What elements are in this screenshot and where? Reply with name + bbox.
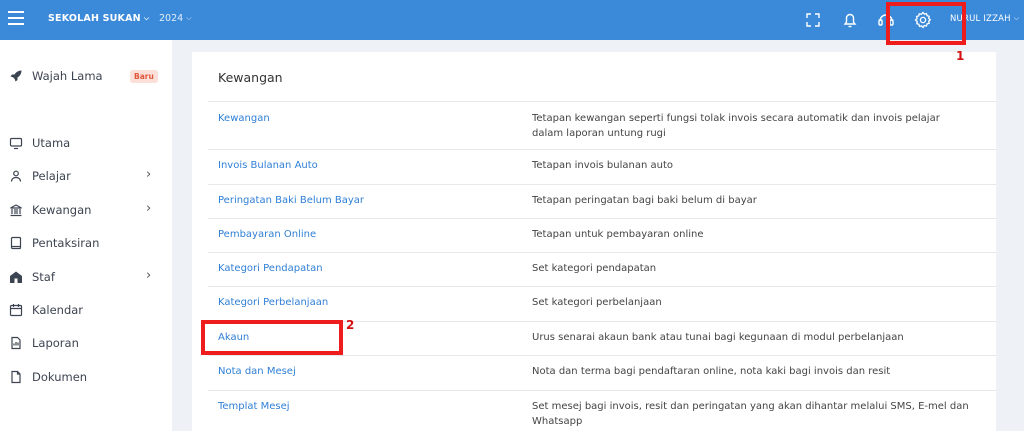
- chevron-down-icon: ⌵: [1013, 14, 1020, 22]
- setting-link[interactable]: Peringatan Baki Belum Bayar: [218, 195, 364, 206]
- sidebar-item-label: Kewangan: [32, 203, 92, 217]
- setting-description: Tetapan kewangan seperti fungsi tolak in…: [532, 113, 940, 139]
- setting-link[interactable]: Nota dan Mesej: [218, 366, 296, 377]
- sidebar-item-staf[interactable]: Staf ›: [0, 267, 172, 287]
- sidebar-item-kalendar[interactable]: Kalendar: [0, 300, 172, 320]
- bell-icon[interactable]: [840, 10, 860, 30]
- bank-icon: [10, 204, 22, 217]
- rocket-icon: [10, 70, 22, 82]
- setting-description: Set mesej bagi invois, resit dan peringa…: [532, 401, 969, 427]
- school-selector[interactable]: SEKOLAH SUKAN ⌵: [48, 13, 149, 24]
- table-row: Pembayaran Online Tetapan untuk pembayar…: [208, 218, 996, 252]
- settings-card: Kewangan Kewangan Tetapan kewangan seper…: [192, 52, 996, 431]
- chevron-down-icon: ⌵: [143, 14, 150, 22]
- sidebar: Wajah Lama Baru Utama Pelajar › Kewangan…: [0, 40, 172, 431]
- building-icon: [10, 271, 22, 283]
- table-row: Peringatan Baki Belum Bayar Tetapan peri…: [208, 184, 996, 218]
- school-name: SEKOLAH SUKAN: [48, 13, 141, 24]
- setting-link[interactable]: Kategori Pendapatan: [218, 263, 323, 274]
- sidebar-item-dokumen[interactable]: Dokumen: [0, 367, 172, 387]
- setting-description: Tetapan peringatan bagi baki belum di ba…: [532, 195, 757, 206]
- section-title: Kewangan: [218, 70, 283, 85]
- book-icon: [10, 236, 22, 250]
- highlight-box-settings: [886, 2, 966, 45]
- table-row: Templat Mesej Set mesej bagi invois, res…: [208, 390, 996, 431]
- fullscreen-icon[interactable]: [803, 10, 823, 30]
- setting-description: Urus senarai akaun bank atau tunai bagi …: [532, 332, 904, 343]
- chevron-right-icon: ›: [146, 167, 152, 182]
- new-badge: Baru: [130, 70, 158, 83]
- year-label: 2024: [159, 13, 184, 24]
- setting-link[interactable]: Pembayaran Online: [218, 229, 316, 240]
- table-row: Kewangan Tetapan kewangan seperti fungsi…: [208, 101, 996, 149]
- document-icon: [11, 370, 21, 384]
- table-row: Kategori Pendapatan Set kategori pendapa…: [208, 252, 996, 286]
- highlight-box-akaun: [201, 320, 343, 355]
- user-icon: [10, 170, 22, 182]
- step-number-1: 1: [956, 49, 965, 63]
- sidebar-item-wajah-lama[interactable]: Wajah Lama Baru: [0, 66, 172, 86]
- top-bar: SEKOLAH SUKAN ⌵ 2024 ⌵ NURUL IZZAH ⌵: [0, 0, 1024, 40]
- sidebar-item-laporan[interactable]: Laporan: [0, 333, 172, 353]
- setting-link[interactable]: Kewangan: [218, 113, 270, 124]
- table-row: Kategori Perbelanjaan Set kategori perbe…: [208, 286, 996, 321]
- setting-link[interactable]: Invois Bulanan Auto: [218, 160, 318, 171]
- sidebar-item-label: Staf: [32, 270, 55, 284]
- sidebar-item-label: Laporan: [32, 336, 79, 350]
- setting-description: Tetapan invois bulanan auto: [532, 160, 674, 171]
- table-row: Invois Bulanan Auto Tetapan invois bulan…: [208, 149, 996, 184]
- report-icon: [11, 336, 21, 350]
- setting-description: Nota dan terma bagi pendaftaran online, …: [532, 366, 891, 377]
- screen-icon: [9, 137, 23, 150]
- sidebar-item-pelajar[interactable]: Pelajar ›: [0, 166, 172, 186]
- setting-link[interactable]: Templat Mesej: [218, 401, 290, 412]
- menu-icon[interactable]: [8, 11, 24, 25]
- sidebar-item-kewangan[interactable]: Kewangan ›: [0, 200, 172, 220]
- calendar-icon: [9, 304, 23, 317]
- sidebar-item-label: Pentaksiran: [32, 236, 100, 250]
- sidebar-item-label: Kalendar: [32, 303, 84, 317]
- sidebar-item-pentaksiran[interactable]: Pentaksiran: [0, 233, 172, 253]
- sidebar-item-label: Dokumen: [32, 370, 88, 384]
- setting-link[interactable]: Kategori Perbelanjaan: [218, 297, 328, 308]
- table-row: Nota dan Mesej Nota dan terma bagi penda…: [208, 355, 996, 390]
- chevron-down-icon: ⌵: [186, 14, 192, 22]
- step-number-2: 2: [346, 318, 355, 332]
- sidebar-item-label: Pelajar: [32, 169, 71, 183]
- sidebar-item-label: Wajah Lama: [32, 69, 103, 83]
- sidebar-item-label: Utama: [32, 136, 71, 150]
- setting-description: Set kategori perbelanjaan: [532, 297, 662, 308]
- year-selector[interactable]: 2024 ⌵: [159, 13, 192, 24]
- chevron-right-icon: ›: [146, 201, 152, 216]
- chevron-right-icon: ›: [146, 268, 152, 283]
- setting-description: Set kategori pendapatan: [532, 263, 657, 274]
- setting-description: Tetapan untuk pembayaran online: [532, 229, 704, 240]
- sidebar-item-utama[interactable]: Utama: [0, 133, 172, 153]
